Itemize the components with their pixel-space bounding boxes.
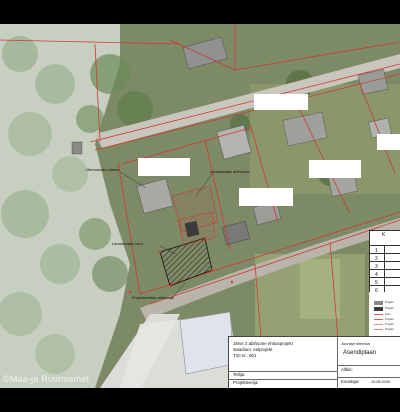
coordinate-table: K 1 2 3 4 5 6 bbox=[369, 230, 400, 294]
redacted-label bbox=[138, 158, 190, 176]
legend-swatch bbox=[374, 329, 383, 330]
drawn-label: Allkiri: bbox=[341, 367, 353, 372]
redacted-label bbox=[309, 160, 361, 178]
legend-swatch bbox=[374, 300, 383, 305]
legend-swatch bbox=[374, 306, 383, 311]
sheet-label: Joonise nimetus bbox=[341, 341, 370, 346]
client-label: Tellija: bbox=[233, 372, 246, 377]
redacted-label bbox=[254, 94, 308, 110]
author-label: Koostaja: bbox=[341, 379, 360, 384]
legend-swatch bbox=[374, 314, 383, 315]
work-number: Töö nr.: 901 bbox=[233, 353, 257, 358]
legend-swatch bbox=[374, 324, 383, 325]
redacted-label bbox=[377, 134, 400, 150]
legend-item: Projekt bbox=[374, 327, 400, 333]
label-planned-outbuilding: Projekteeritav abihoone bbox=[132, 295, 175, 300]
designer-label: Projekteerija: bbox=[233, 380, 259, 385]
label-existing-house: Olemasolev elamu bbox=[86, 167, 120, 172]
label-demolished-outbuilding: Lammutatav abihoone bbox=[210, 169, 250, 174]
coordinate-table-header: K bbox=[382, 232, 386, 238]
site-plan-sheet: Olemasolev elamu Lammutatav abihoone Lam… bbox=[0, 24, 400, 388]
map-legend: Projekt Projekt Kinn Projekt Projekt Pro… bbox=[369, 292, 400, 336]
legend-swatch bbox=[374, 319, 383, 320]
map-watermark: ©Maa-ja Ruumiamet bbox=[3, 374, 90, 384]
sheet-name: Asendiplaan bbox=[343, 350, 377, 356]
title-block: Järve 2 abihoone ehitusprojekt staadium:… bbox=[228, 336, 400, 388]
label-demolished-shed: Lammutatav kuur bbox=[112, 241, 143, 246]
aerial-map bbox=[0, 24, 400, 388]
redacted-label bbox=[239, 188, 293, 206]
drawing-date: 10.08.2020 bbox=[371, 380, 391, 384]
